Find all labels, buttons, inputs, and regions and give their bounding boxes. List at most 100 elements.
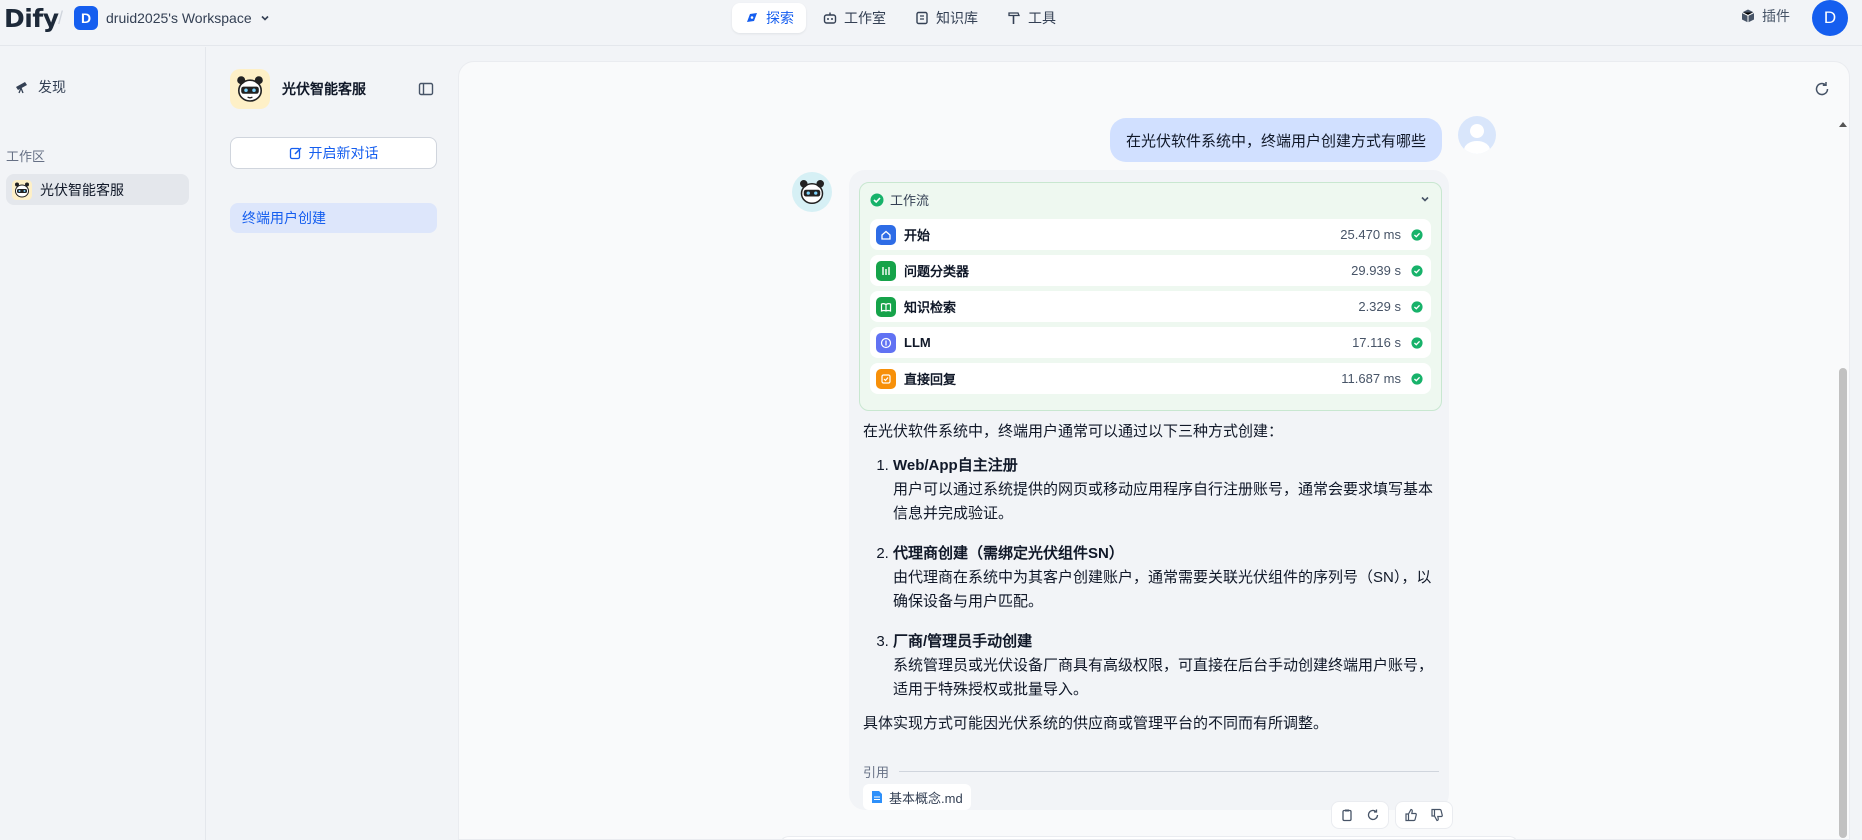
copy-icon[interactable] (1336, 804, 1358, 826)
workflow-header[interactable]: 工作流 (870, 190, 929, 209)
check-circle-icon (1411, 264, 1423, 277)
regenerate-icon[interactable] (1362, 804, 1384, 826)
bot-avatar-icon (237, 76, 263, 102)
nav-tools-label: 工具 (1028, 10, 1056, 26)
chat-scrollbar[interactable] (1837, 118, 1849, 839)
scroll-thumb[interactable] (1839, 368, 1847, 838)
user-question-bubble: 在光伏软件系统中，终端用户创建方式有哪些 (1110, 118, 1443, 162)
list-item-title: Web/App自主注册 (893, 457, 1018, 474)
node-time: 29.939 s (1351, 263, 1401, 278)
bot-avatar-icon (12, 179, 32, 200)
app-title: 光伏智能客服 (282, 81, 366, 97)
discover-link[interactable]: 发现 (14, 77, 66, 97)
workspace-name: druid2025's Workspace (106, 10, 252, 26)
file-icon (872, 791, 882, 803)
conversation-item[interactable]: 终端用户创建 (230, 203, 437, 233)
citation-file-name: 基本概念.md (889, 790, 963, 806)
workflow-panel: 工作流 开始 25.470 ms 问题分类器 29.939 s 知识检索 2.3… (859, 182, 1442, 411)
node-name: 直接回复 (904, 372, 957, 387)
thumbs-up-icon[interactable] (1400, 804, 1422, 826)
refresh-icon[interactable] (1813, 80, 1831, 103)
plugins-label: 插件 (1762, 8, 1790, 24)
dify-logo[interactable]: Dify (4, 4, 59, 33)
edit-icon (289, 147, 302, 160)
conversation-sidebar: 光伏智能客服 开启新对话 终端用户创建 (214, 47, 457, 840)
node-name: 开始 (904, 228, 931, 243)
account-avatar[interactable]: D (1812, 0, 1848, 36)
plugins-button[interactable]: 插件 (1740, 6, 1790, 26)
breadcrumb-separator: / (58, 8, 64, 28)
node-time: 2.329 s (1358, 299, 1401, 314)
node-time: 17.116 s (1352, 335, 1401, 350)
check-circle-icon (1411, 336, 1423, 349)
classifier-icon (876, 260, 896, 281)
check-circle-icon (1411, 300, 1423, 313)
thumbs-down-icon[interactable] (1426, 804, 1448, 826)
workflow-node-llm[interactable]: LLM 17.116 s (870, 327, 1431, 358)
new-chat-button[interactable]: 开启新对话 (230, 137, 437, 169)
nav-studio-label: 工作室 (844, 10, 886, 26)
assistant-avatar (792, 172, 832, 212)
book-open-icon (876, 296, 896, 317)
compass-icon (747, 13, 757, 22)
top-bar: Dify / D druid2025's Workspace 探索 工作室 知识… (0, 0, 1862, 46)
app-avatar (230, 69, 270, 109)
list-item-body: 由代理商在系统中为其客户创建账户，通常需要关联光伏组件的序列号（SN），以确保设… (893, 569, 1432, 610)
explore-sidebar: 发现 工作区 光伏智能客服 (0, 47, 206, 840)
book-icon (916, 11, 928, 25)
nav-studio[interactable]: 工作室 (810, 3, 898, 33)
list-item-body: 用户可以通过系统提供的网页或移动应用程序自行注册账号，通常会要求填写基本信息并完… (893, 481, 1434, 522)
check-circle-icon (1411, 228, 1423, 241)
nav-knowledge-label: 知识库 (936, 10, 978, 26)
bot-avatar-icon (800, 180, 824, 204)
home-icon (876, 224, 896, 245)
workspace-badge: D (74, 6, 98, 30)
workflow-title: 工作流 (890, 193, 930, 208)
citation-file[interactable]: 基本概念.md (863, 784, 971, 810)
main-nav: 探索 工作室 知识库 工具 (732, 3, 1068, 33)
telescope-icon (16, 82, 27, 94)
chat-input-box[interactable] (779, 836, 1519, 839)
assistant-answer: 工作流 开始 25.470 ms 问题分类器 29.939 s 知识检索 2.3… (849, 170, 1449, 810)
hammer-icon (1008, 12, 1020, 24)
sidebar-app-label: 光伏智能客服 (40, 181, 124, 198)
chevron-down-icon[interactable] (1419, 192, 1431, 210)
discover-label: 发现 (38, 79, 66, 95)
nav-explore[interactable]: 探索 (732, 3, 806, 33)
chat-panel: 在光伏软件系统中，终端用户创建方式有哪些 工作流 开始 25.470 ms 问题… (458, 61, 1850, 840)
chevron-down-icon (261, 15, 269, 21)
answer-tail: 具体实现方式可能因光伏系统的供应商或管理平台的不同而有所调整。 (863, 715, 1329, 732)
list-item: 厂商/管理员手动创建 系统管理员或光伏设备厂商具有高级权限，可直接在后台手动创建… (893, 630, 1443, 702)
node-time: 11.687 ms (1341, 371, 1401, 386)
feedback-group (1395, 801, 1453, 829)
scroll-up-arrow[interactable] (1839, 122, 1847, 127)
user-avatar (1458, 116, 1496, 154)
node-name: 问题分类器 (904, 264, 970, 279)
workspace-switcher[interactable]: D druid2025's Workspace (74, 5, 270, 31)
nav-explore-label: 探索 (766, 10, 794, 26)
new-chat-label: 开启新对话 (308, 145, 379, 161)
list-item: Web/App自主注册 用户可以通过系统提供的网页或移动应用程序自行注册账号，通… (893, 454, 1443, 526)
sidebar-app-item[interactable]: 光伏智能客服 (6, 174, 189, 205)
answer-list: Web/App自主注册 用户可以通过系统提供的网页或移动应用程序自行注册账号，通… (863, 454, 1443, 702)
workflow-node-retrieval[interactable]: 知识检索 2.329 s (870, 291, 1431, 322)
nav-tools[interactable]: 工具 (994, 3, 1068, 33)
node-time: 25.470 ms (1340, 227, 1401, 242)
nav-knowledge[interactable]: 知识库 (902, 3, 990, 33)
node-name: 知识检索 (904, 300, 957, 315)
node-name: LLM (904, 335, 931, 350)
chat-header (459, 62, 1849, 118)
app-header: 光伏智能客服 (230, 69, 366, 109)
list-item-body: 系统管理员或光伏设备厂商具有高级权限，可直接在后台手动创建终端用户账号，适用于特… (893, 657, 1434, 698)
answer-markdown: 在光伏软件系统中，终端用户通常可以通过以下三种方式创建： Web/App自主注册… (863, 420, 1443, 736)
list-item: 代理商创建（需绑定光伏组件SN） 由代理商在系统中为其客户创建账户，通常需要关联… (893, 542, 1443, 614)
list-item-title: 厂商/管理员手动创建 (893, 633, 1033, 650)
check-circle-icon (870, 193, 884, 206)
workflow-node-start[interactable]: 开始 25.470 ms (870, 219, 1431, 250)
workflow-node-classifier[interactable]: 问题分类器 29.939 s (870, 255, 1431, 286)
robot-icon (823, 12, 837, 24)
sidebar-collapse-icon[interactable] (418, 81, 434, 102)
user-icon (1464, 124, 1490, 154)
workflow-node-reply[interactable]: 直接回复 11.687 ms (870, 363, 1431, 394)
check-circle-icon (1411, 372, 1423, 385)
